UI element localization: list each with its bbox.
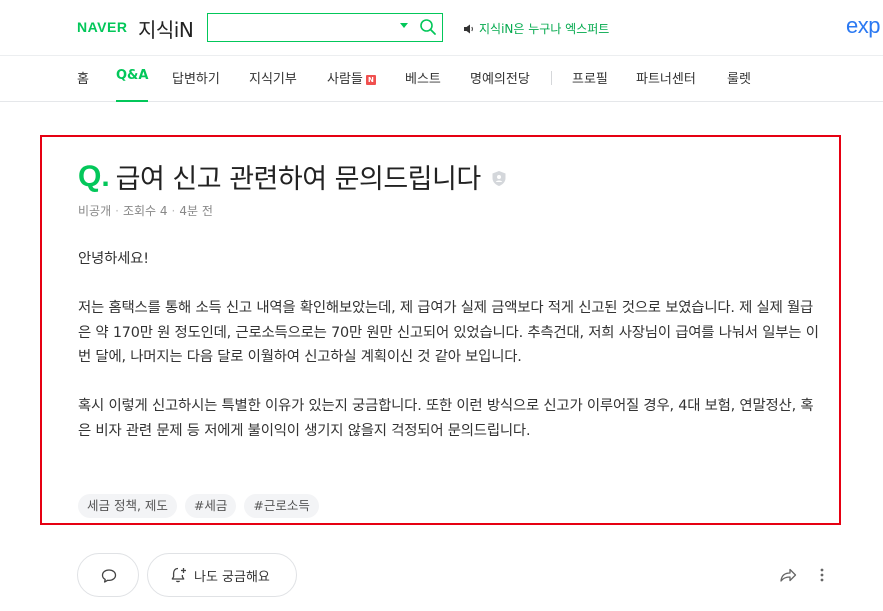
tag-category[interactable]: 세금 정책, 제도	[78, 494, 177, 518]
posted-time: 4분 전	[179, 204, 213, 218]
me-too-curious-label: 나도 궁금해요	[194, 569, 270, 585]
question-meta: 비공개 · 조회수 4 · 4분 전	[78, 204, 213, 218]
nav-item-best[interactable]: 베스트	[405, 68, 441, 102]
expert-logo[interactable]: exp	[846, 13, 880, 39]
body-paragraph: 혹시 이렇게 신고하시는 특별한 이유가 있는지 궁금합니다. 또한 이런 방식…	[78, 398, 814, 439]
nav-item-qna[interactable]: Q&A	[116, 68, 149, 102]
share-icon[interactable]	[779, 566, 797, 584]
search-icon[interactable]	[419, 18, 437, 36]
nav-item-home[interactable]: 홈	[77, 68, 89, 102]
question-body: 안녕하세요! 저는 홈택스를 통해 소득 신고 내역을 확인해보았는데, 제 급…	[78, 247, 823, 468]
body-paragraph: 저는 홈택스를 통해 소득 신고 내역을 확인해보았는데, 제 급여가 실제 금…	[78, 300, 819, 365]
tag-list: 세금 정책, 제도 #세금 #근로소득	[78, 494, 319, 518]
tag-tax[interactable]: #세금	[184, 494, 237, 518]
top-bar: NAVER 지식iN 지식iN은 누구나 엑스퍼트 exp	[0, 0, 883, 55]
comment-button[interactable]	[77, 553, 139, 597]
new-badge: N	[365, 75, 376, 85]
visibility-label: 비공개	[78, 204, 112, 218]
nav-item-profile[interactable]: 프로필	[572, 68, 608, 102]
nav-item-people-label: 사람들	[327, 72, 363, 87]
nav-item-donation[interactable]: 지식기부	[249, 68, 297, 102]
private-shield-icon	[492, 171, 506, 186]
tag-earned-income[interactable]: #근로소득	[244, 494, 319, 518]
question-card: Q. 급여 신고 관련하여 문의드립니다 비공개 · 조회수 4 · 4분 전 안녕하세…	[40, 135, 841, 525]
nav-item-roulette[interactable]: 룰렛	[727, 68, 751, 102]
comment-icon	[101, 569, 117, 583]
nav-divider	[551, 71, 552, 85]
question-mark: Q.	[78, 159, 110, 193]
naver-logo[interactable]: NAVER	[77, 19, 127, 35]
search-box	[207, 13, 443, 42]
nav-item-people[interactable]: 사람들 N	[327, 68, 376, 102]
more-icon[interactable]	[819, 567, 825, 583]
nav-item-partner-center[interactable]: 파트너센터	[636, 68, 696, 102]
dropdown-caret-icon[interactable]	[400, 23, 408, 28]
expert-promo-link[interactable]: 지식iN은 누구나 엑스퍼트	[463, 20, 609, 37]
me-too-curious-button[interactable]: 나도 궁금해요	[147, 553, 297, 597]
body-paragraph: 안녕하세요!	[78, 251, 149, 267]
jisikin-logo[interactable]: 지식iN	[138, 14, 194, 43]
nav-item-answer[interactable]: 답변하기	[172, 68, 220, 102]
bell-plus-icon	[171, 567, 186, 583]
question-title: 급여 신고 관련하여 문의드립니다	[115, 164, 482, 195]
speaker-icon	[464, 24, 473, 33]
search-input[interactable]	[214, 18, 394, 38]
main-nav: 홈 Q&A 답변하기 지식기부 사람들 N 베스트 명예의전당 프로필 파트너센터…	[0, 55, 883, 102]
question-title-row: Q. 급여 신고 관련하여 문의드립니다	[78, 157, 507, 196]
view-count: 조회수 4	[122, 204, 168, 218]
nav-item-hall-of-fame[interactable]: 명예의전당	[470, 68, 530, 102]
promo-text: 지식iN은 누구나 엑스퍼트	[479, 22, 610, 36]
